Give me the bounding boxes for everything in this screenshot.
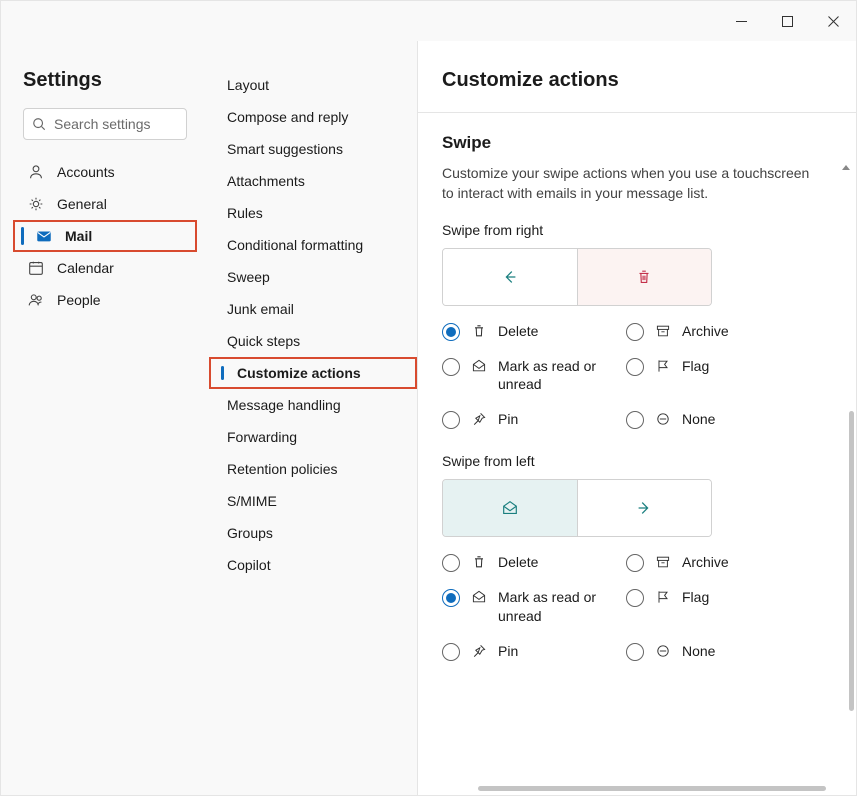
sidebar-item-calendar[interactable]: Calendar: [13, 252, 197, 284]
radio-indicator: [442, 411, 460, 429]
subnav-smart[interactable]: Smart suggestions: [209, 133, 417, 165]
arrow-left-icon: [501, 268, 519, 286]
pin-icon: [470, 643, 488, 659]
flag-icon: [654, 589, 672, 605]
trash-icon: [470, 323, 488, 339]
envelope-icon: [470, 589, 488, 605]
sidebar-item-label: Mail: [65, 228, 92, 244]
search-input[interactable]: [54, 116, 235, 132]
people-icon: [27, 291, 45, 309]
swipe-right-preview-right: [577, 249, 712, 305]
archive-icon: [654, 323, 672, 339]
subnav-compose[interactable]: Compose and reply: [209, 101, 417, 133]
subnav-customize-actions[interactable]: Customize actions: [209, 357, 417, 389]
scroll-up-arrow[interactable]: [842, 165, 850, 170]
vertical-scrollbar[interactable]: [849, 411, 854, 711]
subnav-junk[interactable]: Junk email: [209, 293, 417, 325]
trash-icon: [470, 554, 488, 570]
subnav-forwarding[interactable]: Forwarding: [209, 421, 417, 453]
content-panel: Customize actions Swipe Customize your s…: [417, 41, 856, 795]
subnav-smime[interactable]: S/MIME: [209, 485, 417, 517]
sidebar-item-accounts[interactable]: Accounts: [13, 156, 197, 188]
sidebar-item-label: Accounts: [57, 164, 115, 180]
radio-right-none[interactable]: None: [626, 410, 802, 429]
radio-left-archive[interactable]: Archive: [626, 553, 802, 572]
radio-right-pin[interactable]: Pin: [442, 410, 618, 429]
subnav-quicksteps[interactable]: Quick steps: [209, 325, 417, 357]
sidebar-item-label: General: [57, 196, 107, 212]
search-settings[interactable]: [23, 108, 187, 140]
subnav-message-handling[interactable]: Message handling: [209, 389, 417, 421]
radio-left-flag[interactable]: Flag: [626, 588, 802, 626]
radio-right-delete[interactable]: Delete: [442, 322, 618, 341]
radio-left-pin[interactable]: Pin: [442, 642, 618, 661]
archive-icon: [654, 554, 672, 570]
trash-icon: [635, 268, 653, 286]
subnav-groups[interactable]: Groups: [209, 517, 417, 549]
maximize-button[interactable]: [764, 1, 810, 41]
subnav-sweep[interactable]: Sweep: [209, 261, 417, 293]
gear-icon: [27, 195, 45, 213]
sidebar-item-label: Calendar: [57, 260, 114, 276]
swipe-right-preview-left: [443, 249, 577, 305]
swipe-left-preview-right: [577, 480, 712, 536]
calendar-icon: [27, 259, 45, 277]
radio-left-markread[interactable]: Mark as read or unread: [442, 588, 618, 626]
radio-indicator: [442, 589, 460, 607]
radio-indicator: [442, 323, 460, 341]
swipe-right-preview: [442, 248, 712, 306]
minimize-button[interactable]: [718, 1, 764, 41]
sidebar-item-mail[interactable]: Mail: [13, 220, 197, 252]
subnav-conditional[interactable]: Conditional formatting: [209, 229, 417, 261]
subnav-retention[interactable]: Retention policies: [209, 453, 417, 485]
radio-indicator: [626, 411, 644, 429]
person-icon: [27, 163, 45, 181]
sidebar-item-people[interactable]: People: [13, 284, 197, 316]
subnav-copilot[interactable]: Copilot: [209, 549, 417, 581]
swipe-heading: Swipe: [442, 133, 832, 153]
subnav-attachments[interactable]: Attachments: [209, 165, 417, 197]
radio-right-markread[interactable]: Mark as read or unread: [442, 357, 618, 395]
flag-icon: [654, 358, 672, 374]
content-title: Customize actions: [418, 41, 856, 113]
sidebar-item-label: People: [57, 292, 101, 308]
radio-indicator: [626, 554, 644, 572]
radio-indicator: [442, 554, 460, 572]
horizontal-scrollbar[interactable]: [478, 786, 826, 791]
radio-indicator: [626, 358, 644, 376]
page-title: Settings: [9, 61, 201, 104]
arrow-right-icon: [635, 499, 653, 517]
envelope-icon: [501, 499, 519, 517]
radio-indicator: [626, 589, 644, 607]
search-icon: [32, 117, 46, 131]
settings-sidebar: Settings Accounts General Mail: [1, 41, 209, 795]
close-button[interactable]: [810, 1, 856, 41]
radio-indicator: [442, 358, 460, 376]
radio-left-delete[interactable]: Delete: [442, 553, 618, 572]
swipe-left-preview-left: [443, 480, 577, 536]
mail-icon: [35, 227, 53, 245]
envelope-icon: [470, 358, 488, 374]
swipe-right-label: Swipe from right: [442, 222, 832, 238]
sidebar-item-general[interactable]: General: [13, 188, 197, 220]
swipe-description: Customize your swipe actions when you us…: [442, 163, 812, 204]
subnav-rules[interactable]: Rules: [209, 197, 417, 229]
subnav-layout[interactable]: Layout: [209, 69, 417, 101]
radio-indicator: [442, 643, 460, 661]
none-icon: [654, 643, 672, 659]
radio-left-none[interactable]: None: [626, 642, 802, 661]
radio-indicator: [626, 323, 644, 341]
radio-right-flag[interactable]: Flag: [626, 357, 802, 395]
swipe-left-label: Swipe from left: [442, 453, 832, 469]
none-icon: [654, 411, 672, 427]
pin-icon: [470, 411, 488, 427]
radio-right-archive[interactable]: Archive: [626, 322, 802, 341]
mail-subnav: Layout Compose and reply Smart suggestio…: [209, 41, 417, 795]
radio-indicator: [626, 643, 644, 661]
swipe-left-preview: [442, 479, 712, 537]
